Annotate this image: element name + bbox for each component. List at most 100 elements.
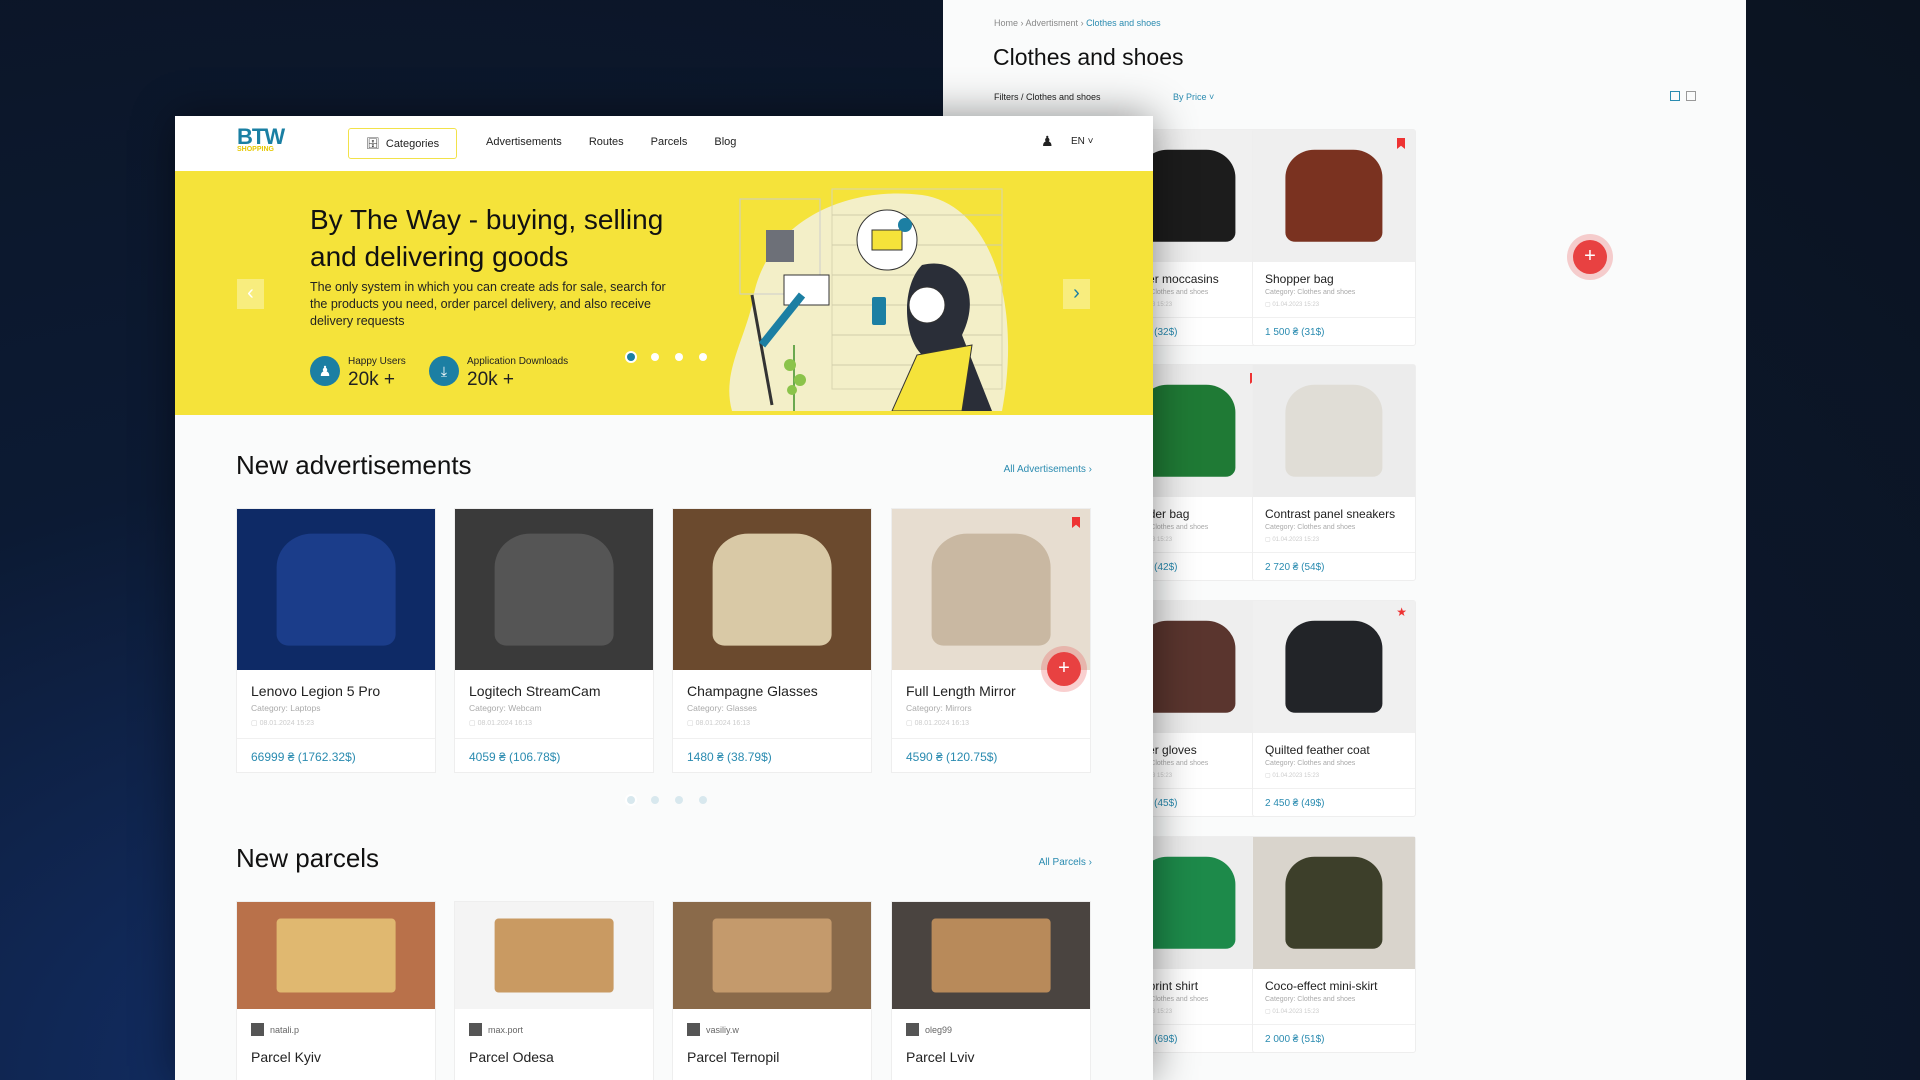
nav-routes[interactable]: Routes xyxy=(589,136,624,148)
carousel-dot[interactable] xyxy=(675,796,683,804)
categories-label: Categories xyxy=(385,137,440,150)
carousel-dot[interactable] xyxy=(651,353,659,361)
main-nav: Advertisements Routes Parcels Blog xyxy=(486,136,736,148)
product-image: ★ xyxy=(1253,601,1415,733)
filters-label[interactable]: Filters / Clothes and shoes xyxy=(994,92,1101,102)
ad-name: Full Length Mirror xyxy=(906,683,1016,699)
stat-label: Application Downloads xyxy=(467,356,569,367)
product-price: 2 720 ₴ (54$) xyxy=(1253,552,1415,580)
product-image xyxy=(1253,837,1415,969)
ad-category: Category: Laptops xyxy=(251,703,321,713)
grid-view-icon[interactable] xyxy=(1670,91,1680,101)
product-price: 1 500 ₴ (31$) xyxy=(1253,317,1415,345)
sort-dropdown[interactable]: By Price ˅ xyxy=(1173,92,1214,102)
parcel-name: Parcel Odesa xyxy=(469,1049,554,1065)
nav-parcels[interactable]: Parcels xyxy=(651,136,688,148)
hero-banner: By The Way - buying, selling and deliver… xyxy=(175,171,1153,415)
parcel-name: Parcel Lviv xyxy=(906,1049,975,1065)
download-icon: ⤓ xyxy=(429,356,459,386)
parcel-owner[interactable]: vasiliy.w xyxy=(687,1023,857,1036)
parcel-image xyxy=(237,902,435,1009)
archive-icon: 🗄 xyxy=(365,138,380,150)
parcel-card[interactable]: oleg99 Parcel Lviv xyxy=(891,901,1091,1080)
product-category: Category: Clothes and shoes xyxy=(1265,524,1356,531)
carousel-dot[interactable] xyxy=(699,796,707,804)
product-name: Shopper bag xyxy=(1265,272,1334,286)
avatar xyxy=(687,1023,700,1036)
hero-illustration xyxy=(729,188,1009,411)
product-card[interactable]: ★ Quilted feather coat Category: Clothes… xyxy=(1252,600,1416,817)
all-parcels-link[interactable]: All Parcels › xyxy=(1039,857,1092,868)
carousel-dot[interactable] xyxy=(627,353,635,361)
next-slide-button[interactable]: › xyxy=(1063,279,1090,309)
parcel-image xyxy=(673,902,871,1009)
product-price: 2 450 ₴ (49$) xyxy=(1253,788,1415,816)
bookmark-icon[interactable] xyxy=(1072,517,1080,528)
parcel-owner[interactable]: oleg99 xyxy=(906,1023,1076,1036)
product-date: ▢ 01.04.2023 15:23 xyxy=(1265,537,1320,543)
ad-price: 66999 ₴ (1762.32$) xyxy=(237,738,435,772)
stat-happy-users: ♟ Happy Users 20k + xyxy=(310,356,406,391)
product-card[interactable]: Contrast panel sneakers Category: Clothe… xyxy=(1252,364,1416,581)
parcel-name: Parcel Kyiv xyxy=(251,1049,322,1065)
product-date: ▢ 01.04.2023 15:23 xyxy=(1265,773,1320,779)
product-card[interactable]: Coco-effect mini-skirt Category: Clothes… xyxy=(1252,836,1416,1053)
categories-button[interactable]: 🗄 Categories xyxy=(348,128,457,159)
breadcrumb-advertisment[interactable]: Advertisment xyxy=(1026,18,1079,28)
nav-blog[interactable]: Blog xyxy=(714,136,736,148)
parcel-owner[interactable]: natali.p xyxy=(251,1023,421,1036)
link-label: All Parcels xyxy=(1038,857,1086,868)
ad-card[interactable]: Champagne Glasses Category: Glasses ▢ 08… xyxy=(672,508,872,773)
add-button[interactable]: + xyxy=(1047,652,1081,686)
bookmark-icon[interactable] xyxy=(1397,138,1405,149)
parcel-owner[interactable]: max.port xyxy=(469,1023,639,1036)
language-select[interactable]: EN ˅ xyxy=(1071,136,1094,147)
add-button[interactable]: + xyxy=(1573,240,1607,274)
product-date: ▢ 01.04.2023 15:23 xyxy=(1265,302,1320,308)
home-page: BTW SHOPPING 🗄 Categories Advertisements R… xyxy=(175,116,1153,1080)
stat-value: 20k + xyxy=(467,369,515,390)
carousel-dot[interactable] xyxy=(675,353,683,361)
carousel-dot[interactable] xyxy=(627,796,635,804)
ad-card[interactable]: Logitech StreamCam Category: Webcam ▢ 08… xyxy=(454,508,654,773)
product-name: Contrast panel sneakers xyxy=(1265,507,1396,521)
ad-category: Category: Webcam xyxy=(469,703,542,713)
avatar xyxy=(251,1023,264,1036)
hero-carousel-dots xyxy=(627,353,707,361)
nav-advertisements[interactable]: Advertisements xyxy=(486,136,562,148)
ad-image xyxy=(237,509,435,670)
logo[interactable]: BTW SHOPPING xyxy=(237,124,285,153)
ads-carousel-dots xyxy=(627,796,707,804)
parcel-card[interactable]: max.port Parcel Odesa xyxy=(454,901,654,1080)
all-advertisements-link[interactable]: All Advertisements › xyxy=(1004,464,1092,475)
language-label: EN xyxy=(1071,136,1085,147)
star-icon[interactable]: ★ xyxy=(1396,605,1407,619)
header: BTW SHOPPING 🗄 Categories Advertisements R… xyxy=(175,116,1153,171)
ad-price: 1480 ₴ (38.79$) xyxy=(673,738,871,772)
product-name: Quilted feather coat xyxy=(1265,743,1370,757)
ad-date: ▢ 08.01.2024 16:13 xyxy=(469,720,533,727)
breadcrumb-home[interactable]: Home xyxy=(994,18,1018,28)
ad-price: 4590 ₴ (120.75$) xyxy=(892,738,1090,772)
product-price: 2 000 ₴ (51$) xyxy=(1253,1024,1415,1052)
ad-card[interactable]: Lenovo Legion 5 Pro Category: Laptops ▢ … xyxy=(236,508,436,773)
list-view-icon[interactable] xyxy=(1686,91,1696,101)
ad-name: Lenovo Legion 5 Pro xyxy=(251,683,381,699)
sort-label: By Price xyxy=(1173,92,1207,102)
prev-slide-button[interactable]: ‹ xyxy=(237,279,264,309)
ad-image xyxy=(455,509,653,670)
link-label: All Advertisements xyxy=(1003,464,1086,475)
product-card[interactable]: Shopper bag Category: Clothes and shoes … xyxy=(1252,129,1416,346)
parcel-card[interactable]: natali.p Parcel Kyiv xyxy=(236,901,436,1080)
carousel-dot[interactable] xyxy=(651,796,659,804)
parcel-card[interactable]: vasiliy.w Parcel Ternopil xyxy=(672,901,872,1080)
breadcrumb-current: Clothes and shoes xyxy=(1086,18,1161,28)
ad-image xyxy=(673,509,871,670)
ad-card[interactable]: Full Length Mirror Category: Mirrors ▢ 0… xyxy=(891,508,1091,773)
product-name: Coco-effect mini-skirt xyxy=(1265,979,1378,993)
product-image xyxy=(1253,130,1415,262)
carousel-dot[interactable] xyxy=(699,353,707,361)
user-icon: ♟ xyxy=(310,356,340,386)
user-icon[interactable]: ♟ xyxy=(1041,133,1054,150)
ad-date: ▢ 08.01.2024 15:23 xyxy=(251,720,315,727)
